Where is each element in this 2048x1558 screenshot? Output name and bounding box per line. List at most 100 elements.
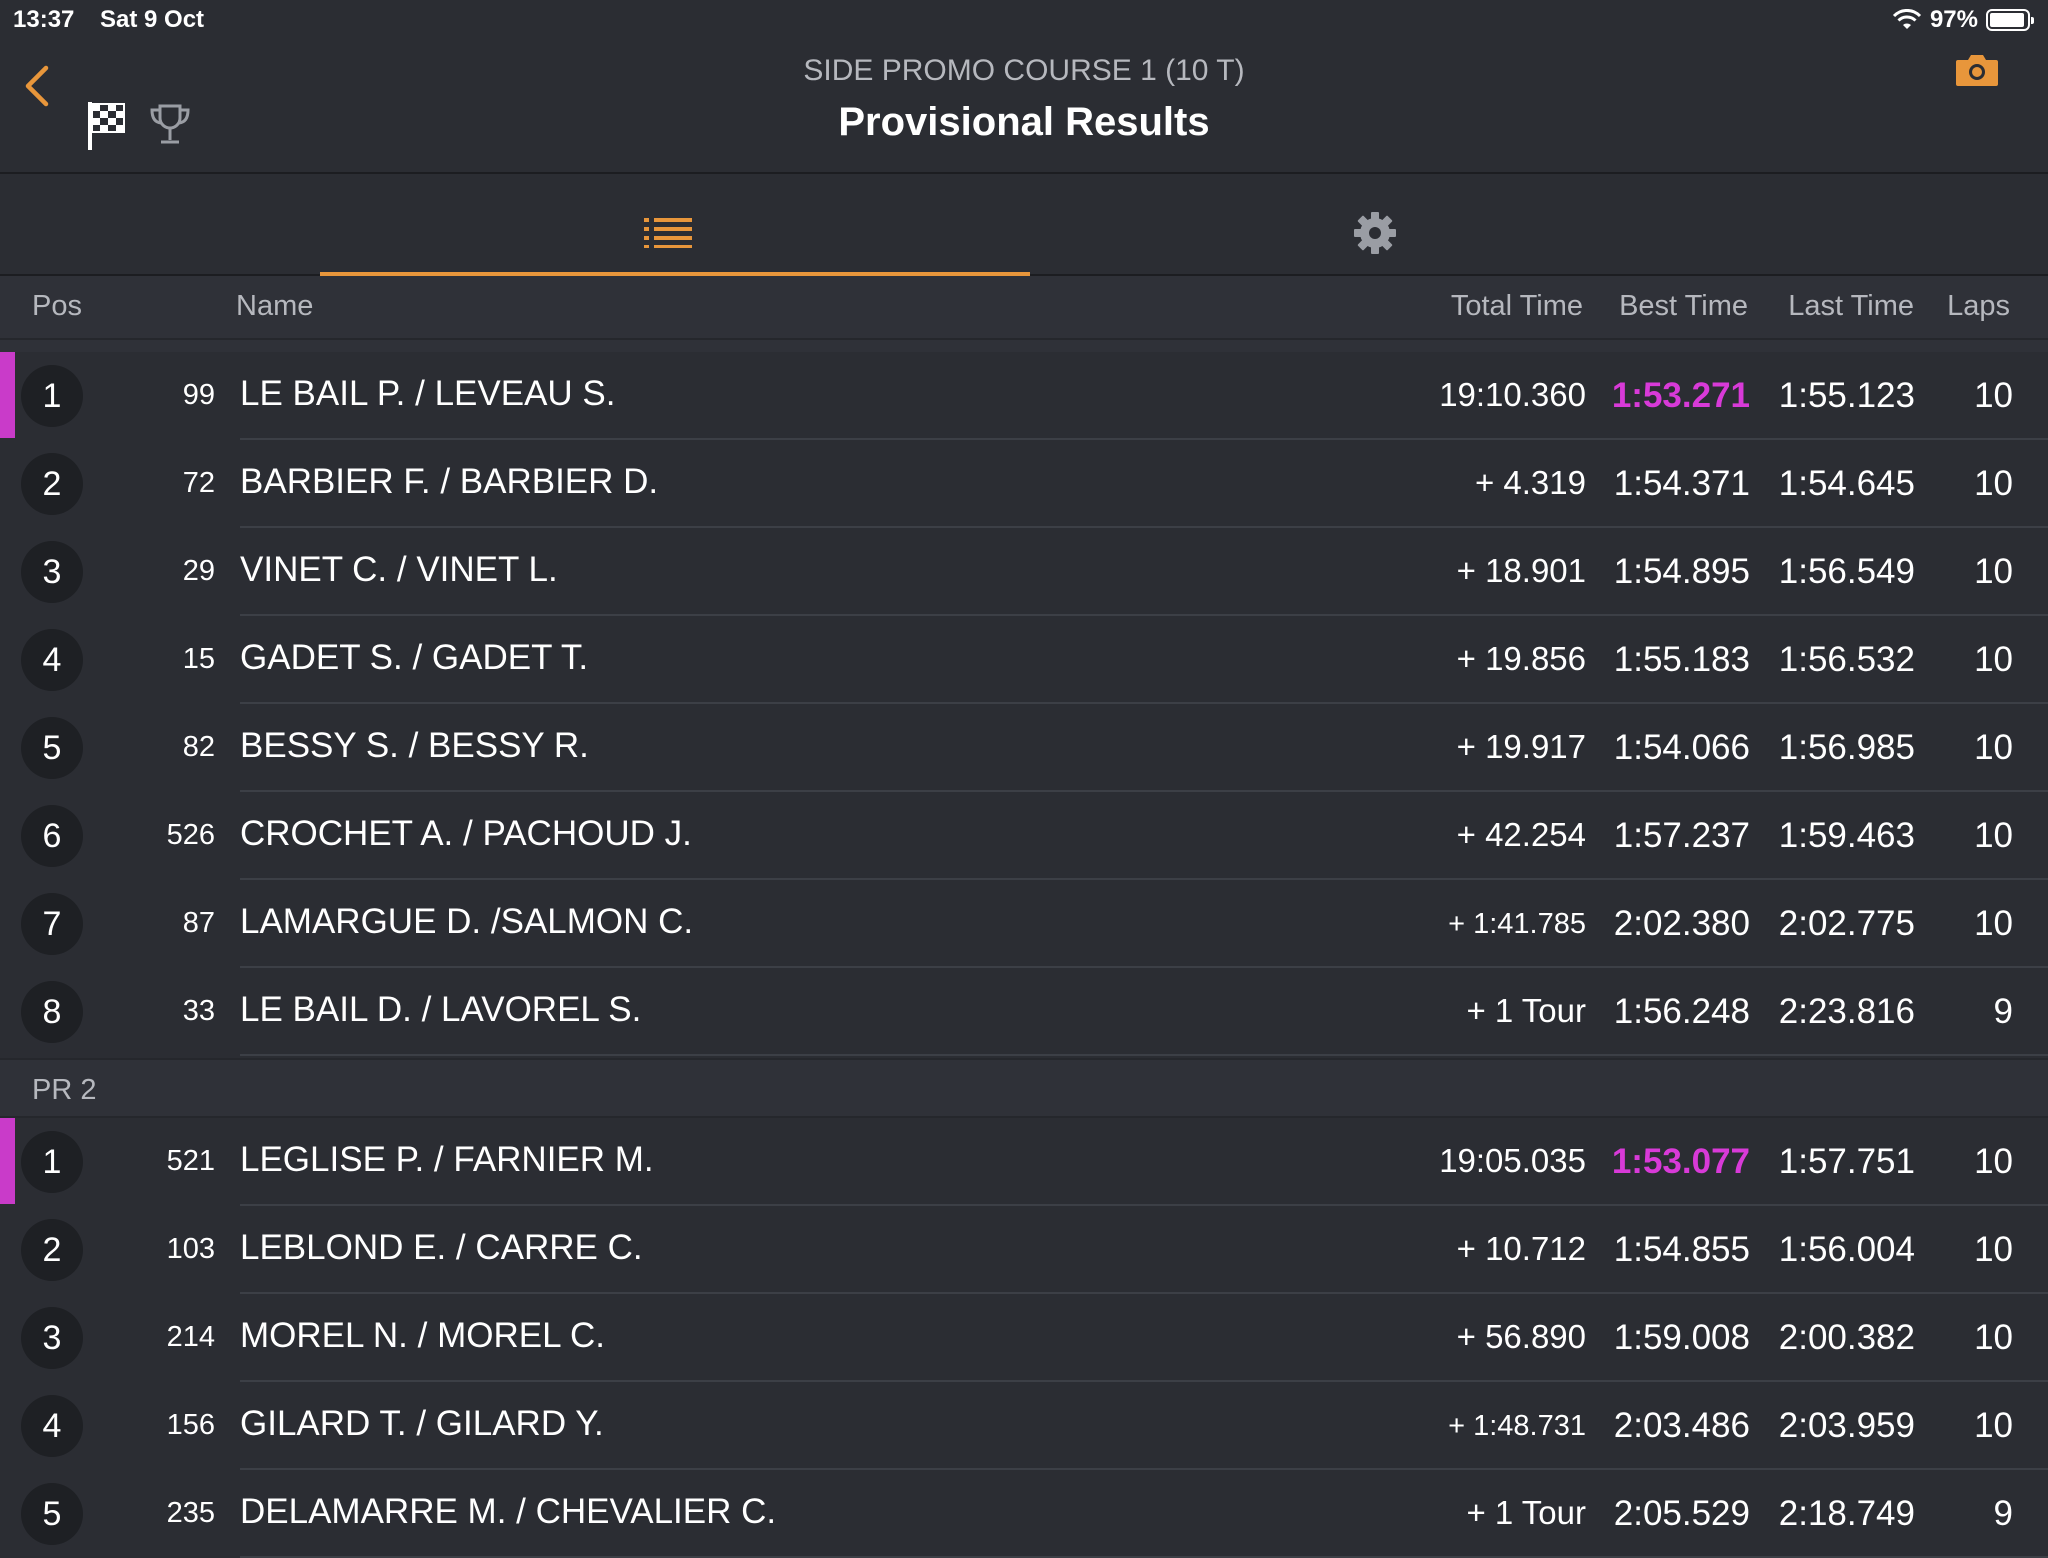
laps-count: 10 bbox=[1974, 464, 2013, 503]
total-time: + 1:48.731 bbox=[1448, 1410, 1586, 1442]
best-time: 1:54.371 bbox=[1613, 464, 1750, 503]
table-row[interactable]: 5 235 DELAMARRE M. / CHEVALIER C. + 1 Tour 2… bbox=[0, 1470, 2048, 1558]
car-number: 235 bbox=[166, 1497, 215, 1529]
battery-icon bbox=[1986, 9, 2034, 31]
table-row[interactable]: 4 156 GILARD T. / GILARD Y. + 1:48.731 2:03.… bbox=[0, 1382, 2048, 1470]
section-header: PR 2 bbox=[0, 1058, 2048, 1118]
total-time: + 56.890 bbox=[1456, 1318, 1586, 1355]
tab-settings[interactable] bbox=[1030, 174, 1730, 274]
event-subtitle: SIDE PROMO COURSE 1 (10 T) bbox=[803, 54, 1245, 87]
section-label: PR 2 bbox=[32, 1074, 97, 1106]
driver-names: VINET C. / VINET L. bbox=[240, 550, 558, 589]
laps-count: 9 bbox=[1993, 992, 2013, 1031]
col-header-name[interactable]: Name bbox=[236, 290, 313, 323]
car-number: 99 bbox=[182, 379, 215, 411]
total-time: + 18.901 bbox=[1456, 552, 1586, 589]
last-time: 1:56.004 bbox=[1778, 1230, 1915, 1269]
car-number: 72 bbox=[182, 467, 215, 499]
col-header-total[interactable]: Total Time bbox=[1451, 290, 1583, 323]
last-time: 2:02.775 bbox=[1778, 904, 1915, 943]
laps-count: 10 bbox=[1974, 376, 2013, 415]
table-row[interactable]: 1 521 LEGLISE P. / FARNIER M. 19:05.035 1:53… bbox=[0, 1118, 2048, 1206]
position-badge: 1 bbox=[21, 365, 83, 427]
driver-names: DELAMARRE M. / CHEVALIER C. bbox=[240, 1492, 777, 1531]
total-time: + 42.254 bbox=[1456, 816, 1586, 853]
position-badge: 7 bbox=[21, 893, 83, 955]
car-number: 214 bbox=[166, 1321, 215, 1353]
laps-count: 10 bbox=[1974, 728, 2013, 767]
best-time: 2:05.529 bbox=[1613, 1494, 1750, 1533]
table-row[interactable]: 6 526 CROCHET A. / PACHOUD J. + 42.254 1:57.… bbox=[0, 792, 2048, 880]
table-row[interactable]: 3 214 MOREL N. / MOREL C. + 56.890 1:59.008 2… bbox=[0, 1294, 2048, 1382]
position-badge: 4 bbox=[21, 629, 83, 691]
table-row[interactable]: 2 72 BARBIER F. / BARBIER D. + 4.319 1:54.37… bbox=[0, 440, 2048, 528]
best-time: 2:03.486 bbox=[1613, 1406, 1750, 1445]
table-row[interactable]: 3 29 VINET C. / VINET L. + 18.901 1:54.895 1:… bbox=[0, 528, 2048, 616]
status-right: 97% bbox=[1892, 6, 2034, 34]
col-header-laps[interactable]: Laps bbox=[1947, 290, 2010, 323]
table-row[interactable]: 8 33 LE BAIL D. / LAVOREL S. + 1 Tour 1:56.2… bbox=[0, 968, 2048, 1056]
best-time: 1:57.237 bbox=[1613, 816, 1750, 855]
last-time: 2:18.749 bbox=[1778, 1494, 1915, 1533]
col-header-best[interactable]: Best Time bbox=[1619, 290, 1748, 323]
tab-results-list[interactable] bbox=[320, 174, 1030, 276]
status-bar: 13:37 Sat 9 Oct 97% bbox=[0, 0, 2048, 40]
laps-count: 10 bbox=[1974, 816, 2013, 855]
best-time: 1:54.895 bbox=[1613, 552, 1750, 591]
position-badge: 5 bbox=[21, 717, 83, 779]
table-row[interactable]: 1 99 LE BAIL P. / LEVEAU S. 19:10.360 1:53.2… bbox=[0, 352, 2048, 440]
car-number: 521 bbox=[166, 1145, 215, 1177]
col-header-last[interactable]: Last Time bbox=[1788, 290, 1914, 323]
table-row[interactable]: 7 87 LAMARGUE D. /SALMON C. + 1:41.785 2:02.… bbox=[0, 880, 2048, 968]
last-time: 2:23.816 bbox=[1778, 992, 1915, 1031]
position-badge: 3 bbox=[21, 1307, 83, 1369]
leader-accent-bar bbox=[0, 352, 15, 438]
last-time: 1:54.645 bbox=[1778, 464, 1915, 503]
position-badge: 8 bbox=[21, 981, 83, 1043]
battery-percent: 97% bbox=[1929, 6, 1978, 33]
total-time: 19:05.035 bbox=[1439, 1142, 1586, 1179]
position-badge: 6 bbox=[21, 805, 83, 867]
table-row[interactable]: 4 15 GADET S. / GADET T. + 19.856 1:55.183 1:… bbox=[0, 616, 2048, 704]
laps-count: 9 bbox=[1993, 1494, 2013, 1533]
driver-names: LEGLISE P. / FARNIER M. bbox=[240, 1140, 654, 1179]
best-time: 1:56.248 bbox=[1613, 992, 1750, 1031]
position-badge: 2 bbox=[21, 1219, 83, 1281]
driver-names: BARBIER F. / BARBIER D. bbox=[240, 462, 659, 501]
last-time: 2:03.959 bbox=[1778, 1406, 1915, 1445]
table-row[interactable]: 2 103 LEBLOND E. / CARRE C. + 10.712 1:54.85… bbox=[0, 1206, 2048, 1294]
driver-names: LAMARGUE D. /SALMON C. bbox=[240, 902, 694, 941]
laps-count: 10 bbox=[1974, 1230, 2013, 1269]
best-time: 1:54.066 bbox=[1613, 728, 1750, 767]
car-number: 526 bbox=[166, 819, 215, 851]
driver-names: LE BAIL D. / LAVOREL S. bbox=[240, 990, 642, 1029]
laps-count: 10 bbox=[1974, 1142, 2013, 1181]
col-header-pos[interactable]: Pos bbox=[32, 290, 82, 323]
results-group-1: 1 99 LE BAIL P. / LEVEAU S. 19:10.360 1:53.2… bbox=[0, 352, 2048, 1056]
car-number: 15 bbox=[182, 643, 215, 675]
driver-names: GADET S. / GADET T. bbox=[240, 638, 589, 677]
car-number: 103 bbox=[166, 1233, 215, 1265]
driver-names: LEBLOND E. / CARRE C. bbox=[240, 1228, 643, 1267]
driver-names: MOREL N. / MOREL C. bbox=[240, 1316, 605, 1355]
last-time: 2:00.382 bbox=[1778, 1318, 1915, 1357]
wifi-icon bbox=[1892, 9, 1922, 29]
car-number: 82 bbox=[182, 731, 215, 763]
car-number: 33 bbox=[182, 995, 215, 1027]
column-header-row: Pos Name Total Time Best Time Last Time … bbox=[0, 276, 2048, 338]
total-time: + 1 Tour bbox=[1466, 992, 1586, 1029]
table-row[interactable]: 5 82 BESSY S. / BESSY R. + 19.917 1:54.066 1:… bbox=[0, 704, 2048, 792]
driver-names: LE BAIL P. / LEVEAU S. bbox=[240, 374, 616, 413]
page-title: Provisional Results bbox=[838, 100, 1210, 144]
position-badge: 4 bbox=[21, 1395, 83, 1457]
nav-bar: SIDE PROMO COURSE 1 (10 T) Provisional R… bbox=[0, 40, 2048, 174]
camera-icon[interactable] bbox=[1954, 50, 2000, 90]
total-time: + 19.917 bbox=[1456, 728, 1586, 765]
best-time: 1:59.008 bbox=[1613, 1318, 1750, 1357]
laps-count: 10 bbox=[1974, 640, 2013, 679]
position-badge: 1 bbox=[21, 1131, 83, 1193]
best-time: 1:55.183 bbox=[1613, 640, 1750, 679]
position-badge: 2 bbox=[21, 453, 83, 515]
total-time: 19:10.360 bbox=[1439, 376, 1586, 413]
last-time: 1:56.985 bbox=[1778, 728, 1915, 767]
